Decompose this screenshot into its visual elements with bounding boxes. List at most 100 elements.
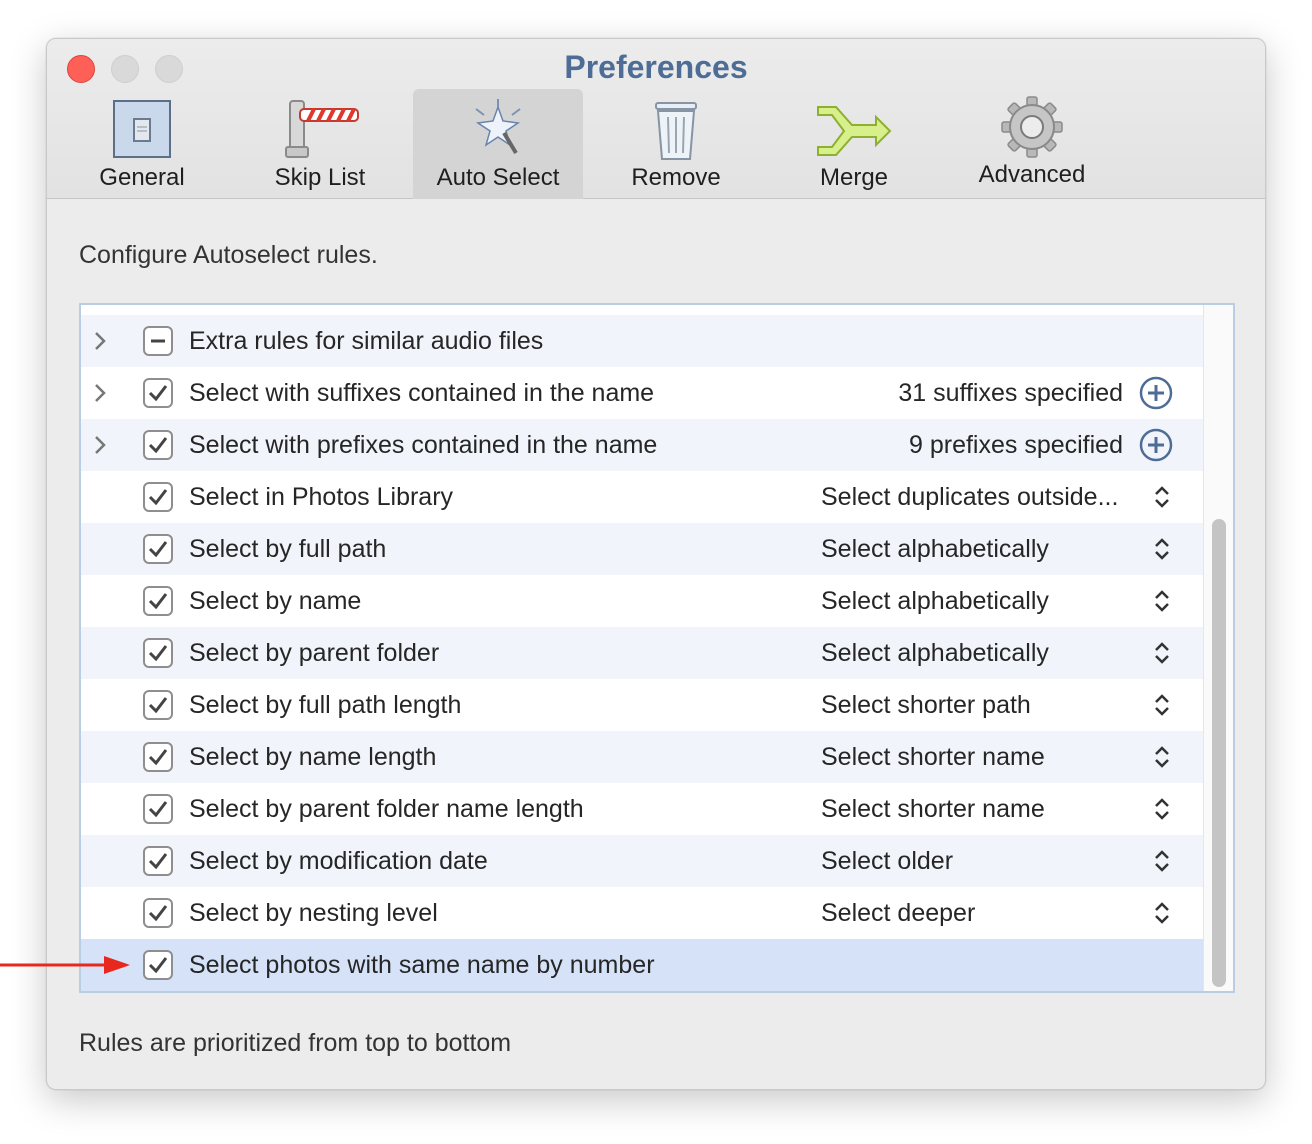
list-item[interactable]: Select by name length Select shorter nam… (81, 731, 1203, 783)
tab-auto-select[interactable]: Auto Select (413, 89, 583, 199)
rule-checkbox[interactable] (143, 846, 173, 876)
rule-checkbox[interactable] (143, 430, 173, 460)
rule-label: Select by full path (189, 535, 387, 563)
checkmark-icon (148, 801, 168, 818)
tab-label: Merge (819, 164, 889, 191)
tab-label: Skip List (274, 164, 366, 191)
updown-chevron-icon[interactable] (1151, 847, 1173, 875)
checkmark-icon (148, 905, 168, 922)
tab-label: Advanced (978, 161, 1086, 188)
minus-icon (151, 339, 165, 343)
barrier-icon (285, 100, 359, 158)
rule-popup-value[interactable]: Select shorter path (821, 691, 1031, 720)
rule-checkbox[interactable] (143, 586, 173, 616)
rule-checkbox[interactable] (143, 638, 173, 668)
rule-popup-value[interactable]: Select alphabetically (821, 535, 1049, 564)
checkmark-icon (148, 957, 168, 974)
updown-chevron-icon[interactable] (1151, 743, 1173, 771)
rule-label: Select with prefixes contained in the na… (189, 431, 658, 459)
tab-remove[interactable]: Remove (591, 89, 761, 199)
list-item[interactable]: Select by full path length Select shorte… (81, 679, 1203, 731)
description-text: Configure Autoselect rules. (79, 241, 378, 269)
list-item[interactable]: Select by name Select alphabetically (81, 575, 1203, 627)
chevron-right-icon[interactable] (93, 433, 109, 457)
updown-chevron-icon[interactable] (1151, 639, 1173, 667)
list-item[interactable]: Select by parent folder name length Sele… (81, 783, 1203, 835)
checkmark-icon (148, 853, 168, 870)
rule-checkbox[interactable] (143, 898, 173, 928)
rule-checkbox[interactable] (143, 326, 173, 356)
rules-list: Extra rules for similar audio files Sele… (79, 303, 1235, 993)
rule-label: Select with suffixes contained in the na… (189, 379, 655, 407)
rule-popup-value[interactable]: Select alphabetically (821, 587, 1049, 616)
rule-checkbox[interactable] (143, 378, 173, 408)
updown-chevron-icon[interactable] (1151, 535, 1173, 563)
list-item[interactable]: Select by modification date Select older (81, 835, 1203, 887)
list-item[interactable]: Select by full path Select alphabeticall… (81, 523, 1203, 575)
rule-label: Extra rules for similar audio files (189, 327, 544, 355)
list-item[interactable]: Select in Photos Library Select duplicat… (81, 471, 1203, 523)
rule-label: Select by full path length (189, 691, 462, 719)
list-item-selected[interactable]: Select photos with same name by number (81, 939, 1203, 991)
rule-popup-value[interactable]: Select shorter name (821, 743, 1045, 772)
window-title: Preferences (564, 49, 748, 85)
rule-popup-value[interactable]: Select deeper (821, 899, 975, 928)
add-circle-icon[interactable] (1139, 428, 1173, 462)
rule-value: 31 suffixes specified (898, 379, 1123, 407)
rule-label: Select by nesting level (189, 899, 438, 927)
updown-chevron-icon[interactable] (1151, 795, 1173, 823)
rule-checkbox[interactable] (143, 690, 173, 720)
updown-chevron-icon[interactable] (1151, 899, 1173, 927)
tab-general[interactable]: General (57, 89, 227, 199)
updown-chevron-icon[interactable] (1151, 691, 1173, 719)
rule-label: Select by parent folder (189, 639, 440, 667)
tab-skip-list[interactable]: Skip List (235, 89, 405, 199)
tab-label: Auto Select (436, 164, 560, 191)
checkmark-icon (148, 437, 168, 454)
rule-popup-value[interactable]: Select alphabetically (821, 639, 1049, 668)
rule-label: Select by name length (189, 743, 437, 771)
chevron-right-icon[interactable] (93, 381, 109, 405)
trash-icon (655, 102, 697, 160)
annotation-arrow-icon (0, 956, 130, 974)
tab-advanced[interactable]: Advanced (947, 89, 1117, 199)
rule-label: Select in Photos Library (189, 483, 454, 511)
checkmark-icon (148, 645, 168, 662)
toolbar: Preferences General Skip List Auto Selec… (47, 39, 1265, 199)
rule-checkbox[interactable] (143, 742, 173, 772)
rule-checkbox[interactable] (143, 950, 173, 980)
merge-arrow-icon (817, 106, 892, 156)
rule-popup-value[interactable]: Select shorter name (821, 795, 1045, 824)
rule-checkbox[interactable] (143, 482, 173, 512)
rule-checkbox[interactable] (143, 534, 173, 564)
chevron-right-icon[interactable] (93, 329, 109, 353)
tab-label: Remove (631, 164, 721, 191)
checkmark-icon (148, 541, 168, 558)
rule-label: Select by modification date (189, 847, 488, 875)
magic-wand-icon (475, 99, 521, 155)
rule-label: Select by parent folder name length (189, 795, 584, 823)
add-circle-icon[interactable] (1139, 376, 1173, 410)
vertical-scrollbar[interactable] (1203, 305, 1233, 991)
rule-value: 9 prefixes specified (908, 431, 1123, 459)
list-item[interactable]: Select with suffixes contained in the na… (81, 367, 1203, 419)
tab-label: General (99, 164, 185, 191)
list-item[interactable]: Select by nesting level Select deeper (81, 887, 1203, 939)
list-item[interactable]: Select by parent folder Select alphabeti… (81, 627, 1203, 679)
updown-chevron-icon[interactable] (1151, 587, 1173, 615)
checkmark-icon (148, 489, 168, 506)
updown-chevron-icon[interactable] (1151, 483, 1173, 511)
rule-checkbox[interactable] (143, 794, 173, 824)
checkmark-icon (148, 749, 168, 766)
preferences-window: Preferences General Skip List Auto Selec… (46, 38, 1266, 1090)
scrollbar-thumb[interactable] (1212, 519, 1226, 987)
list-item[interactable]: Select with prefixes contained in the na… (81, 419, 1203, 471)
rule-label: Select by name (189, 587, 362, 615)
rule-popup-value[interactable]: Select older (821, 847, 953, 876)
tab-merge[interactable]: Merge (769, 89, 939, 199)
gear-icon (1001, 96, 1063, 158)
checkmark-icon (148, 697, 168, 714)
rule-popup-value[interactable]: Select duplicates outside... (821, 483, 1118, 512)
list-item[interactable]: Extra rules for similar audio files (81, 315, 1203, 367)
checkmark-icon (148, 385, 168, 402)
